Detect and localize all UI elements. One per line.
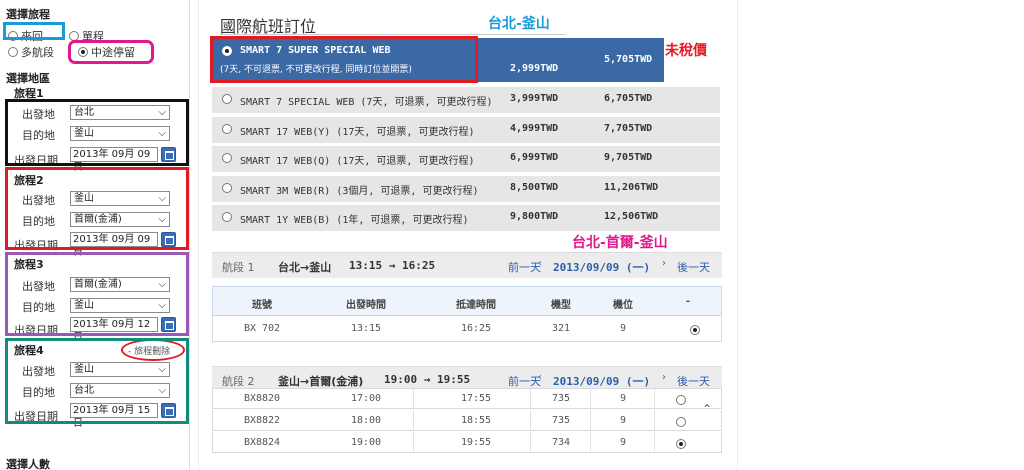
flight-table-header: 班號 出發時間 抵達時間 機型 機位 - — [212, 286, 722, 316]
annotation-box-red — [5, 167, 189, 250]
fare-row[interactable]: SMART 17 WEB(Y) (17天, 可退票, 可更改行程) 4,999T… — [212, 117, 720, 143]
passengers-heading: 選擇人數 — [6, 458, 50, 470]
aircraft-type: 735 — [551, 393, 571, 404]
radio-selected-icon[interactable] — [690, 325, 700, 335]
seats: 9 — [619, 393, 627, 404]
scroll-up-icon[interactable]: ⌃ — [702, 402, 712, 416]
radio-icon[interactable] — [222, 183, 232, 193]
annotation-route2: 台北-首爾-釜山 — [572, 235, 668, 251]
fare-name: SMART 1Y WEB(B) (1年, 可退票, 可更改行程) — [240, 215, 469, 226]
annotation-pretax: 未稅價 — [665, 43, 707, 59]
seats: 9 — [619, 323, 627, 334]
fare-row[interactable]: SMART 17 WEB(Q) (17天, 可退票, 可更改行程) 6,999T… — [212, 146, 720, 172]
radio-icon[interactable] — [676, 395, 686, 405]
departure-time: 18:00 — [350, 415, 382, 426]
radio-icon[interactable] — [222, 124, 232, 134]
next-day-link[interactable]: 後一天 — [677, 373, 710, 389]
fare-price-pretax: 2,999TWD — [510, 63, 559, 74]
fare-price-pretax: 8,500TWD — [510, 182, 559, 193]
flight-number: BX8824 — [243, 437, 281, 448]
aircraft-type: 734 — [551, 437, 571, 448]
fare-name: SMART 17 WEB(Y) (17天, 可退票, 可更改行程) — [240, 127, 475, 138]
annotation-route1: 台北-釜山 — [488, 16, 550, 32]
seats: 9 — [619, 437, 627, 448]
departure-time: 17:00 — [350, 393, 382, 404]
flight-number: BX8822 — [243, 415, 281, 426]
title-divider — [220, 34, 565, 35]
annotation-box-teal — [5, 338, 189, 424]
departure-time: 19:00 — [350, 437, 382, 448]
trip-type-heading: 選擇旅程 — [6, 8, 50, 21]
col-header: - — [685, 296, 691, 307]
arrival-time: 19:55 — [460, 437, 492, 448]
radio-icon[interactable] — [676, 417, 686, 427]
fare-price-pretax: 3,999TWD — [510, 93, 559, 104]
radio-icon[interactable] — [8, 47, 18, 57]
arrival-time: 18:55 — [460, 415, 492, 426]
col-header: 抵達時間 — [456, 300, 496, 311]
trip-option-multi[interactable]: 多航段 — [8, 44, 54, 60]
fare-price-total: 6,705TWD — [604, 93, 653, 104]
flight-number: BX8820 — [243, 393, 281, 404]
fare-row[interactable]: SMART 7 SPECIAL WEB (7天, 可退票, 可更改行程) 3,9… — [212, 87, 720, 113]
table-row[interactable]: BX 702 13:15 16:25 321 9 — [212, 316, 722, 342]
arrival-time: 16:25 — [460, 323, 492, 334]
seats: 9 — [619, 415, 627, 426]
departure-time: 13:15 — [350, 323, 382, 334]
aircraft-type: 321 — [551, 323, 571, 334]
annotation-box-red-fare — [210, 36, 478, 83]
fare-price-pretax: 6,999TWD — [510, 152, 559, 163]
col-header: 出發時間 — [346, 300, 386, 311]
fare-name: SMART 17 WEB(Q) (17天, 可退票, 可更改行程) — [240, 156, 475, 167]
annotation-box-pink — [68, 40, 154, 64]
flight-number: BX 702 — [243, 323, 281, 334]
radio-icon[interactable] — [222, 153, 232, 163]
segment-label: 航段 1 — [222, 261, 255, 274]
table-row[interactable]: BX8822 18:00 18:55 735 9 — [212, 410, 722, 431]
fare-row[interactable]: SMART 1Y WEB(B) (1年, 可退票, 可更改行程) 9,800TW… — [212, 205, 720, 231]
fare-name: SMART 7 SPECIAL WEB (7天, 可退票, 可更改行程) — [240, 97, 493, 108]
prev-day-link[interactable]: 前一天 — [508, 259, 541, 275]
sidebar: 選擇旅程 來回 單程 多航段 中途停留 選擇地區 旅程1 出發地 台北 ⌵ 目的地… — [0, 0, 190, 470]
chevron-left-icon[interactable]: ‹ — [538, 372, 542, 383]
fare-price-pretax: 4,999TWD — [510, 123, 559, 134]
table-row[interactable]: BX8820 17:00 17:55 735 9 — [212, 388, 722, 409]
fare-name: SMART 3M WEB(R) (3個月, 可退票, 可更改行程) — [240, 186, 479, 197]
annotation-box-blue — [3, 22, 65, 40]
segment-route: 釜山→首爾(金浦) — [278, 375, 364, 388]
arrival-time: 17:55 — [460, 393, 492, 404]
fare-price-total: 11,206TWD — [604, 182, 659, 193]
radio-icon[interactable] — [222, 94, 232, 104]
segment-route: 台北→釜山 — [278, 261, 332, 274]
segment-date: 2013/09/09 (一) — [553, 261, 651, 274]
fare-price-pretax: 9,800TWD — [510, 211, 559, 222]
fare-price-total: 9,705TWD — [604, 152, 653, 163]
next-day-link[interactable]: 後一天 — [677, 259, 710, 275]
segment-label: 航段 2 — [222, 375, 255, 388]
chevron-right-icon[interactable]: › — [662, 258, 666, 269]
segment-date: 2013/09/09 (一) — [553, 375, 651, 388]
fare-price-total: 7,705TWD — [604, 123, 653, 134]
chevron-left-icon[interactable]: ‹ — [538, 258, 542, 269]
annotation-box-purple — [5, 252, 189, 336]
aircraft-type: 735 — [551, 415, 571, 426]
col-header: 機型 — [551, 300, 571, 311]
fare-row[interactable]: SMART 3M WEB(R) (3個月, 可退票, 可更改行程) 8,500T… — [212, 176, 720, 202]
radio-icon[interactable] — [222, 212, 232, 222]
radio-selected-icon[interactable] — [676, 439, 686, 449]
segment-time: 19:00 → 19:55 — [384, 373, 471, 386]
col-header: 機位 — [613, 300, 633, 311]
fare-price-total: 5,705TWD — [604, 54, 653, 65]
col-header: 班號 — [252, 300, 272, 311]
segment1-header: 航段 1 台北→釜山 13:15 → 16:25 前一天 ‹ 2013/09/0… — [212, 252, 722, 278]
region-heading: 選擇地區 — [6, 72, 50, 85]
chevron-right-icon[interactable]: › — [662, 372, 666, 383]
annotation-box-black — [5, 99, 189, 166]
segment-time: 13:15 → 16:25 — [349, 259, 436, 272]
fare-price-total: 12,506TWD — [604, 211, 659, 222]
prev-day-link[interactable]: 前一天 — [508, 373, 541, 389]
table-row[interactable]: BX8824 19:00 19:55 734 9 — [212, 432, 722, 453]
